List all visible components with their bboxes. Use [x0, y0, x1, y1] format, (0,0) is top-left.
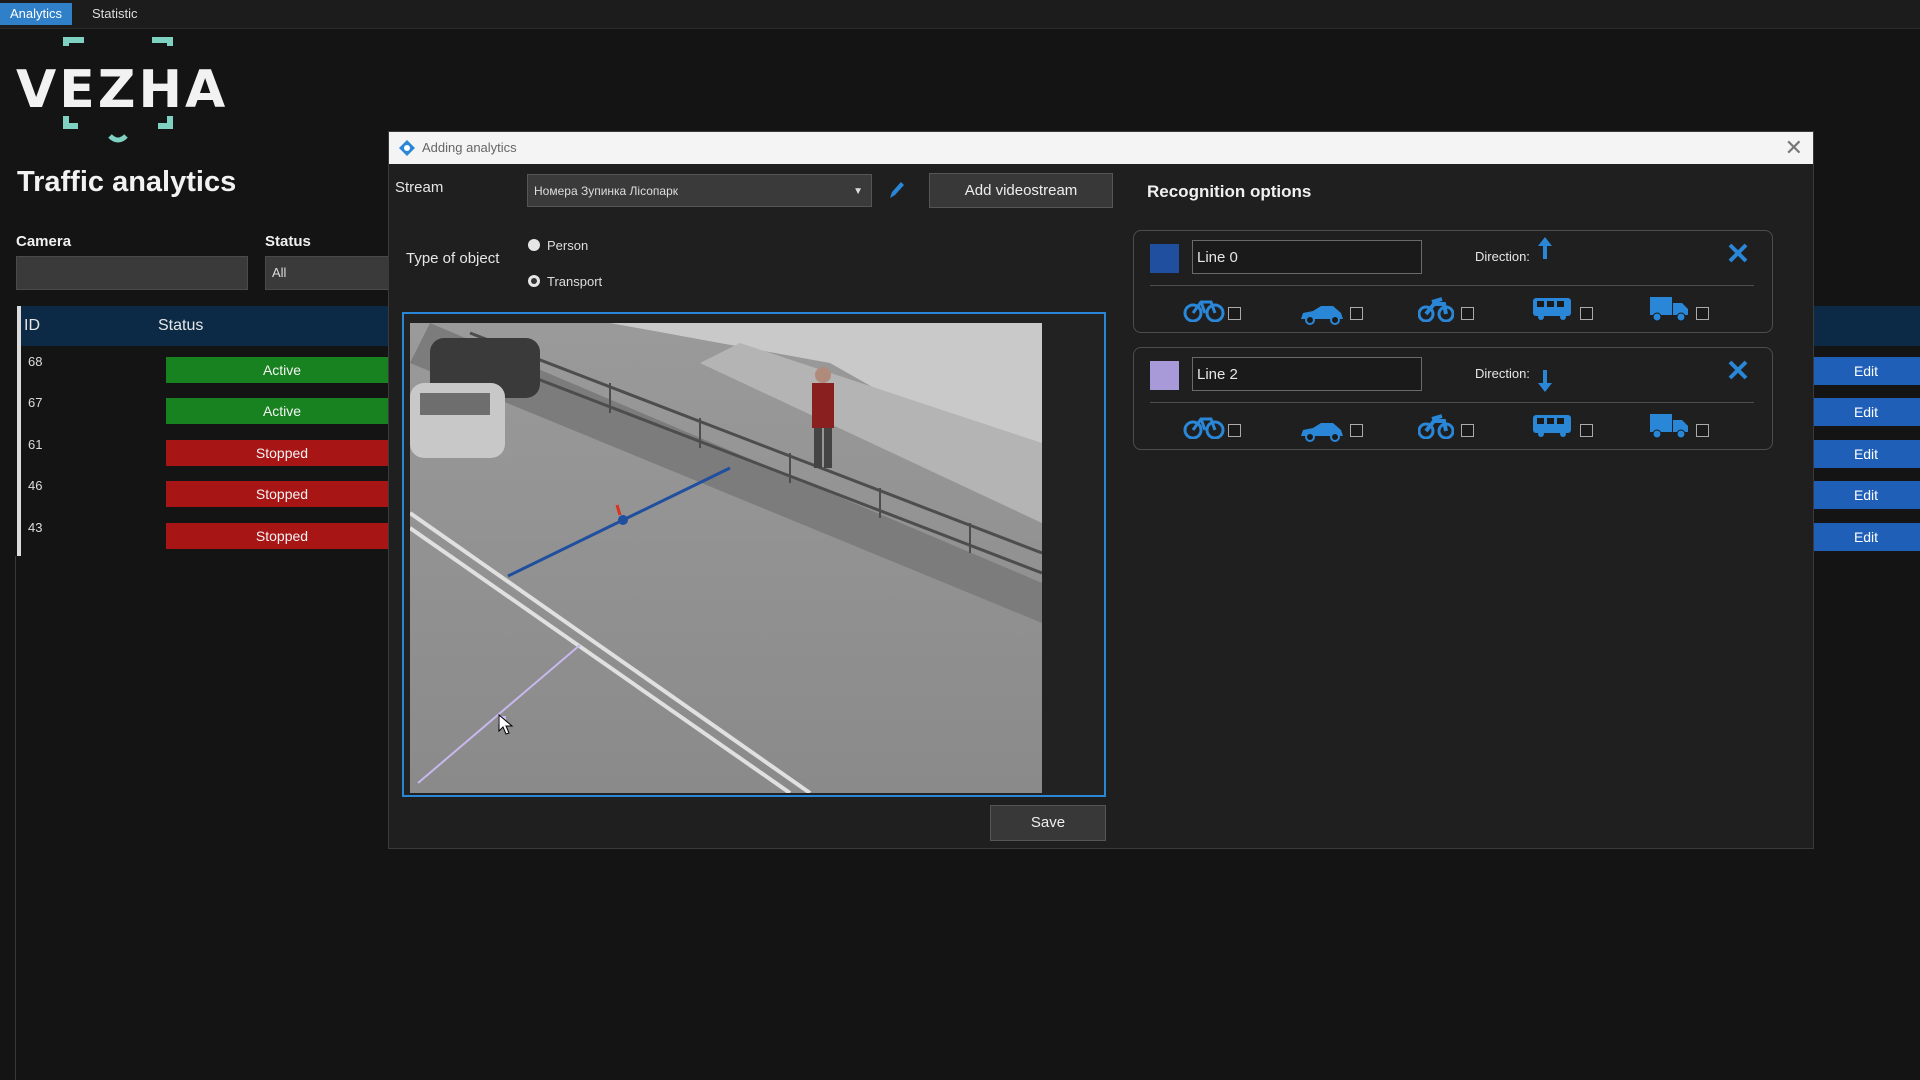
app-icon — [399, 140, 415, 156]
stream-select[interactable]: Номера Зупинка Лісопарк ▼ — [527, 174, 872, 207]
motorcycle-checkbox[interactable] — [1461, 307, 1474, 320]
stream-label: Stream — [395, 179, 444, 196]
status-badge: Active — [166, 357, 398, 383]
bus-checkbox[interactable] — [1580, 424, 1593, 437]
divider — [1150, 285, 1754, 286]
bus-icon — [1533, 415, 1571, 437]
vezha-logo: VEZHA — [14, 36, 225, 146]
tab-analytics[interactable]: Analytics — [0, 3, 73, 25]
close-icon[interactable]: ✕ — [1785, 135, 1803, 161]
dialog-title: Adding analytics — [422, 140, 517, 155]
selection-bar — [17, 306, 21, 556]
car-icon — [1301, 423, 1343, 442]
motorcycle-icon — [1418, 414, 1454, 439]
divider — [1150, 402, 1754, 403]
car-checkbox[interactable] — [1350, 424, 1363, 437]
status-badge: Stopped — [166, 481, 398, 507]
direction-label: Direction: — [1475, 249, 1530, 264]
video-preview[interactable] — [402, 312, 1106, 797]
edit-button[interactable]: Edit — [1812, 357, 1920, 385]
column-id[interactable]: ID — [24, 306, 40, 346]
motorcycle-checkbox[interactable] — [1461, 424, 1474, 437]
row-id: 43 — [28, 520, 43, 535]
status-filter-select[interactable]: All — [265, 256, 389, 290]
row-id: 68 — [28, 354, 43, 369]
line-name-input[interactable]: Line 2 — [1192, 357, 1422, 391]
stream-value: Номера Зупинка Лісопарк — [534, 184, 678, 198]
truck-checkbox[interactable] — [1696, 307, 1709, 320]
line-card: Line 2 Direction: — [1133, 347, 1773, 450]
motorcycle-icon — [1418, 297, 1454, 322]
row-id: 61 — [28, 437, 43, 452]
radio-transport-label: Transport — [547, 274, 603, 289]
radio-person[interactable] — [528, 239, 540, 251]
logo-text: VEZHA — [16, 60, 229, 120]
tab-statistic[interactable]: Statistic — [82, 3, 148, 25]
status-filter-label: Status — [265, 233, 311, 250]
pencil-icon[interactable] — [887, 179, 905, 201]
row-id: 46 — [28, 478, 43, 493]
bicycle-checkbox[interactable] — [1228, 307, 1241, 320]
edit-button[interactable]: Edit — [1812, 440, 1920, 468]
status-badge: Stopped — [166, 440, 398, 466]
arrow-up-icon[interactable] — [1537, 237, 1553, 259]
bus-checkbox[interactable] — [1580, 307, 1593, 320]
bus-icon — [1533, 298, 1571, 320]
dialog-title-bar: Adding analytics ✕ — [389, 132, 1813, 164]
truck-icon — [1650, 297, 1688, 322]
bicycle-icon — [1183, 417, 1225, 439]
radio-transport[interactable] — [528, 275, 540, 287]
row-id: 67 — [28, 395, 43, 410]
status-badge: Stopped — [166, 523, 398, 549]
truck-icon — [1650, 414, 1688, 439]
line-card: Line 0 Direction: — [1133, 230, 1773, 333]
save-button[interactable]: Save — [990, 805, 1106, 841]
bicycle-checkbox[interactable] — [1228, 424, 1241, 437]
close-icon[interactable] — [1727, 242, 1749, 264]
status-badge: Active — [166, 398, 398, 424]
truck-checkbox[interactable] — [1696, 424, 1709, 437]
top-tab-bar: Analytics Statistic — [0, 0, 1920, 29]
line-color-swatch[interactable] — [1150, 244, 1179, 273]
arrow-down-icon[interactable] — [1537, 370, 1553, 392]
page-title: Traffic analytics — [17, 166, 237, 198]
type-of-object-label: Type of object — [406, 250, 500, 267]
bicycle-icon — [1183, 300, 1225, 322]
camera-filter-input[interactable] — [16, 256, 248, 290]
edit-button[interactable]: Edit — [1812, 398, 1920, 426]
edit-button[interactable]: Edit — [1812, 523, 1920, 551]
line-color-swatch[interactable] — [1150, 361, 1179, 390]
car-icon — [1301, 306, 1343, 325]
adding-analytics-dialog: Adding analytics ✕ Stream Номера Зупинка… — [388, 131, 1814, 849]
edit-button[interactable]: Edit — [1812, 481, 1920, 509]
direction-label: Direction: — [1475, 366, 1530, 381]
car-checkbox[interactable] — [1350, 307, 1363, 320]
divider — [15, 556, 16, 1080]
mouse-cursor-icon — [498, 714, 514, 735]
line-name-input[interactable]: Line 0 — [1192, 240, 1422, 274]
column-status[interactable]: Status — [158, 306, 203, 346]
chevron-down-icon: ▼ — [853, 186, 863, 197]
close-icon[interactable] — [1727, 359, 1749, 381]
radio-person-label: Person — [547, 238, 589, 253]
recognition-options-title: Recognition options — [1147, 182, 1312, 201]
camera-filter-label: Camera — [16, 233, 72, 250]
add-videostream-button[interactable]: Add videostream — [929, 173, 1113, 208]
